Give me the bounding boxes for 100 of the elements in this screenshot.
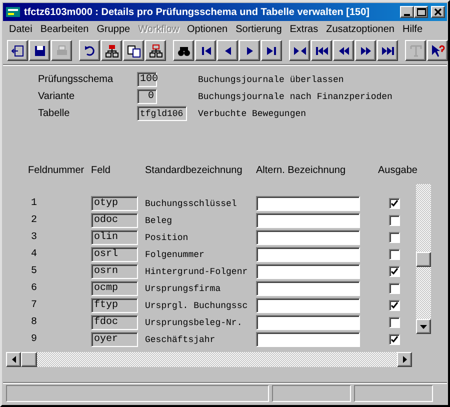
toolbar-button[interactable] — [123, 40, 144, 61]
output-checkbox[interactable] — [389, 283, 400, 294]
output-checkbox[interactable] — [389, 249, 400, 260]
alternative-label-field[interactable] — [256, 315, 360, 330]
toolbar-button[interactable] — [427, 40, 448, 61]
field-code-field[interactable]: odoc — [91, 213, 138, 228]
column-header: Feld — [91, 165, 112, 178]
toolbar-button[interactable] — [101, 40, 122, 61]
toolbar-button[interactable] — [377, 40, 398, 61]
toolbar-button[interactable] — [195, 40, 216, 61]
menu-item[interactable]: Optionen — [183, 24, 232, 34]
horizontal-scrollbar[interactable] — [6, 352, 412, 367]
field-code-field[interactable]: olin — [91, 230, 138, 245]
output-checkbox[interactable] — [389, 232, 400, 243]
column-header: Feldnummer — [28, 165, 86, 178]
field-code-field[interactable]: otyp — [91, 196, 138, 211]
close-icon — [434, 8, 442, 16]
field-code-field[interactable]: fdoc — [91, 315, 138, 330]
right-arrow-icon — [402, 356, 406, 363]
minimize-button[interactable] — [400, 6, 414, 18]
field-number: 2 — [30, 215, 38, 226]
field-code-field[interactable]: ocmp — [91, 281, 138, 296]
help-pointer-icon — [430, 42, 446, 58]
field-number: 4 — [30, 249, 38, 260]
scroll-right-button[interactable] — [397, 352, 412, 367]
menu-item[interactable]: Zusatzoptionen — [322, 24, 398, 34]
maximize-button[interactable] — [414, 6, 428, 18]
field-description: Verbuchte Bewegungen — [197, 108, 308, 118]
standard-label: Hintergrund-Folgenr — [145, 266, 249, 276]
field-code-field[interactable]: osrl — [91, 247, 138, 262]
output-checkbox[interactable] — [389, 215, 400, 226]
field-code-field[interactable]: oyer — [91, 332, 138, 347]
toolbar-button[interactable] — [311, 40, 332, 61]
standard-label: Folgenummer — [145, 250, 206, 260]
standard-label: Beleg — [145, 216, 174, 226]
scroll-down-button[interactable] — [416, 319, 431, 334]
alternative-label-field[interactable] — [256, 332, 360, 347]
scroll-left-button[interactable] — [6, 352, 21, 367]
alternative-label-field[interactable] — [256, 230, 360, 245]
field-number: 8 — [30, 317, 38, 328]
alternative-label-field[interactable] — [256, 247, 360, 262]
close-button[interactable] — [431, 6, 445, 18]
toolbar-button[interactable] — [7, 40, 28, 61]
scroll-thumb[interactable] — [21, 352, 37, 367]
menu-item[interactable]: Bearbeiten — [36, 24, 93, 34]
field-number: 7 — [30, 300, 38, 311]
output-checkbox[interactable] — [389, 198, 400, 209]
menu-item[interactable]: Hilfe — [398, 24, 427, 34]
output-checkbox[interactable] — [389, 334, 400, 345]
menu-item[interactable]: Extras — [286, 24, 322, 34]
value-field[interactable]: 100 — [137, 72, 157, 87]
output-checkbox[interactable] — [389, 266, 400, 277]
column-header: Ausgabe — [378, 165, 418, 178]
toolbar-button[interactable] — [79, 40, 100, 61]
toolbar-button[interactable] — [29, 40, 50, 61]
toolbar-button[interactable] — [261, 40, 282, 61]
toolbar-button[interactable] — [239, 40, 260, 61]
field-number: 1 — [30, 198, 38, 209]
toolbar-button[interactable] — [355, 40, 376, 61]
alternative-label-field[interactable] — [256, 298, 360, 313]
field-label: Variante — [38, 91, 76, 102]
copy-icon — [126, 42, 142, 58]
text-icon — [408, 42, 424, 58]
output-checkbox[interactable] — [389, 300, 400, 311]
toolbar-button[interactable] — [289, 40, 310, 61]
app-icon — [5, 5, 21, 19]
field-number: 3 — [30, 232, 38, 243]
field-code-field[interactable]: osrn — [91, 264, 138, 279]
toolbar-button[interactable] — [333, 40, 354, 61]
toolbar-button[interactable] — [173, 40, 194, 61]
toolbar-button[interactable] — [145, 40, 166, 61]
field-number: 9 — [30, 334, 38, 345]
left-arrow-icon — [12, 356, 16, 363]
vertical-scrollbar[interactable] — [416, 184, 431, 334]
menu-item[interactable]: Gruppe — [92, 24, 134, 34]
column-header: Altern. Bezeichnung — [256, 165, 347, 178]
output-checkbox[interactable] — [389, 317, 400, 328]
field-description: Buchungsjournale nach Finanzperioden — [197, 92, 394, 102]
value-field[interactable]: tfgld106 — [137, 106, 187, 121]
scroll-thumb[interactable] — [416, 252, 431, 267]
value-field[interactable]: 0 — [137, 89, 157, 104]
standard-label: Ursprungsfirma — [145, 284, 222, 294]
field-label: Tabelle — [38, 108, 71, 119]
toolbar-button[interactable] — [217, 40, 238, 61]
alternative-label-field[interactable] — [256, 196, 360, 211]
field-description: Buchungsjournale überlassen — [197, 74, 345, 84]
standard-label: Ursprungsbeleg-Nr. — [145, 318, 244, 328]
standard-label: Buchungsschlüssel — [145, 198, 238, 208]
standard-label: Geschäftsjahr — [145, 334, 216, 344]
standard-label: Position — [145, 232, 190, 242]
menu-item[interactable]: Datei — [5, 24, 36, 34]
alternative-label-field[interactable] — [256, 281, 360, 296]
window-title: tfctz6103m000 : Details pro Prüfungsschema und Tabelle verwalten [150] — [24, 6, 370, 18]
tree-insert-icon — [104, 42, 120, 58]
menu-item[interactable]: Sortierung — [232, 24, 286, 34]
field-code-field[interactable]: ftyp — [91, 298, 138, 313]
field-label: Prüfungsschema — [38, 74, 114, 85]
alternative-label-field[interactable] — [256, 264, 360, 279]
alternative-label-field[interactable] — [256, 213, 360, 228]
down-arrow-icon — [420, 324, 427, 328]
